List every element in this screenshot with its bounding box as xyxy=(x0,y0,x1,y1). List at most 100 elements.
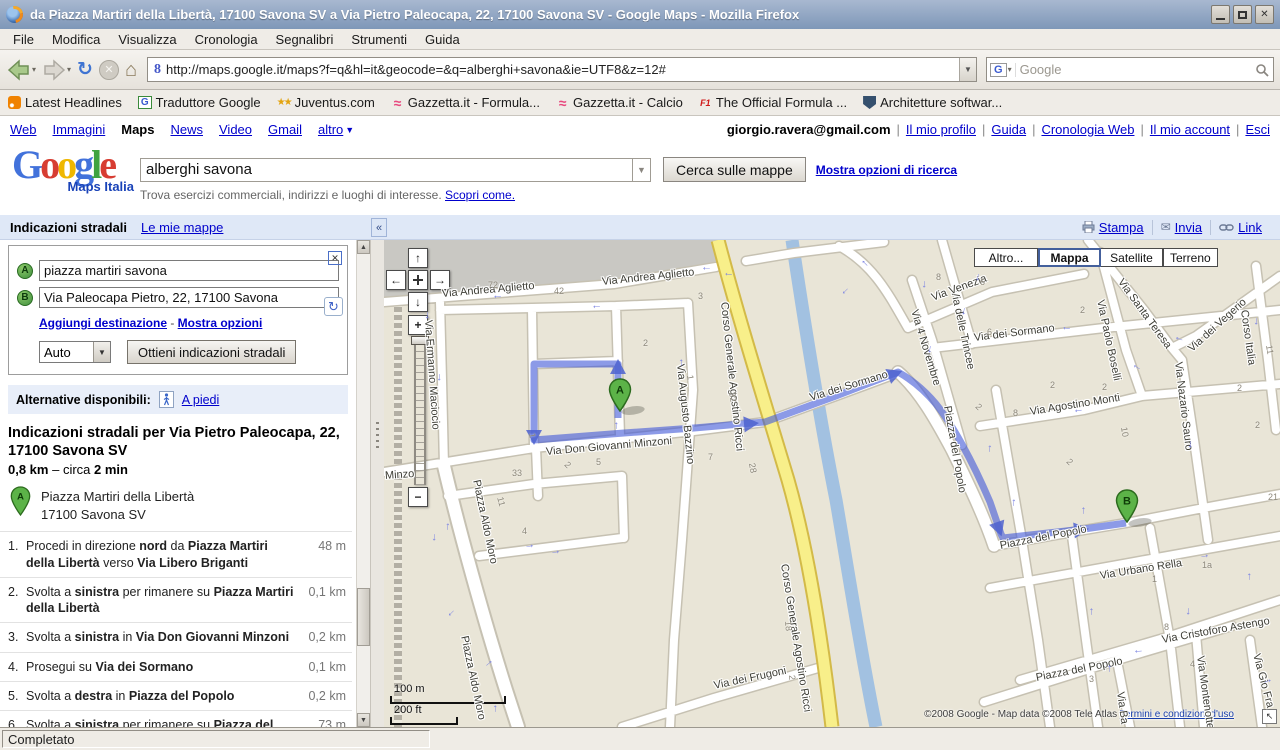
menu-item[interactable]: Guida xyxy=(416,30,469,49)
marker-b-pin[interactable]: B xyxy=(1115,489,1139,523)
account-link[interactable]: Cronologia Web xyxy=(1026,122,1134,137)
search-maps-button[interactable]: Cerca sulle mappe xyxy=(663,157,806,182)
map-type-button[interactable]: Terreno xyxy=(1163,248,1218,267)
walking-icon xyxy=(159,391,174,408)
pan-left-button[interactable]: ← xyxy=(386,270,406,290)
panel-scrollbar[interactable]: ▲ ▼ xyxy=(356,240,370,727)
reload-button[interactable]: ↻ xyxy=(76,59,94,80)
close-button[interactable]: ✕ xyxy=(1255,5,1274,24)
origin-pin-icon: A xyxy=(10,486,31,516)
bookmark-item[interactable]: Gazzetta.it - Calcio xyxy=(556,95,683,110)
map-float: 2 xyxy=(1255,420,1260,430)
overview-corner-icon[interactable]: ↖ xyxy=(1262,709,1277,724)
google-service-link[interactable]: Gmail xyxy=(268,122,302,137)
bookmark-item[interactable]: Latest Headlines xyxy=(8,95,122,110)
step-distance: 0,1 km xyxy=(302,659,350,675)
bookmark-item[interactable]: The Official Formula ... xyxy=(699,95,847,110)
maps-search-input[interactable] xyxy=(140,158,632,182)
direction-step[interactable]: 1. Procedi in direzione nord da Piazza M… xyxy=(0,531,352,577)
back-history-caret-icon[interactable]: ▾ xyxy=(32,65,36,74)
map-type-button[interactable]: Satellite xyxy=(1101,248,1163,267)
direction-step[interactable]: 2. Svolta a sinistra per rimanere su Pia… xyxy=(0,577,352,623)
menu-item[interactable]: File xyxy=(4,30,43,49)
scopri-come-link[interactable]: Scopri come. xyxy=(445,188,515,202)
map-float: → xyxy=(429,531,442,543)
account-link[interactable]: Esci xyxy=(1230,122,1270,137)
map-type-button[interactable]: Altro... xyxy=(974,248,1038,267)
url-input[interactable] xyxy=(166,62,959,77)
swap-waypoints-icon[interactable]: ↻ xyxy=(324,297,343,316)
minimize-button[interactable] xyxy=(1211,5,1230,24)
print-label[interactable]: Stampa xyxy=(1099,220,1144,235)
scroll-up-icon[interactable]: ▲ xyxy=(357,240,370,254)
browser-search-box[interactable]: G ▾ xyxy=(986,57,1274,82)
scale-feet-bar xyxy=(390,717,458,725)
zoom-out-button[interactable]: − xyxy=(408,487,428,507)
browser-search-input[interactable] xyxy=(1016,62,1255,77)
account-link[interactable]: Il mio account xyxy=(1134,122,1230,137)
map-float: 2 xyxy=(1237,383,1242,393)
menu-item[interactable]: Modifica xyxy=(43,30,109,49)
pan-center-button[interactable] xyxy=(408,270,428,290)
map-type-button[interactable]: Mappa xyxy=(1038,248,1101,267)
url-bar[interactable]: 8 ▼ xyxy=(147,57,977,82)
google-service-link[interactable]: Immagini xyxy=(53,122,106,137)
account-link[interactable]: Il mio profilo xyxy=(891,122,976,137)
google-service-link[interactable]: altro xyxy=(318,122,343,137)
send-button[interactable]: ✉ Invia xyxy=(1152,220,1211,235)
search-engine-selector[interactable]: G ▾ xyxy=(987,63,1016,77)
menu-item[interactable]: Segnalibri xyxy=(267,30,343,49)
home-button[interactable]: ⌂ xyxy=(124,59,138,81)
account-link[interactable]: Guida xyxy=(976,122,1026,137)
bookmark-item[interactable]: Gazzetta.it - Formula... xyxy=(391,95,540,110)
direction-step[interactable]: 3. Svolta a sinistra in Via Don Giovanni… xyxy=(0,622,352,651)
google-service-link[interactable]: Web xyxy=(10,122,37,137)
send-label[interactable]: Invia xyxy=(1175,220,1202,235)
link-label[interactable]: Link xyxy=(1238,220,1262,235)
panel-splitter[interactable] xyxy=(370,240,384,727)
search-history-caret-icon[interactable]: ▼ xyxy=(632,158,651,182)
google-maps-logo[interactable]: Google Maps Italia xyxy=(12,145,140,194)
marker-a-pin[interactable]: A xyxy=(608,378,632,412)
my-maps-link[interactable]: Le mie mappe xyxy=(141,220,223,235)
direction-step[interactable]: 5. Svolta a destra in Piazza del Popolo … xyxy=(0,681,352,710)
map-canvas[interactable]: ↑ ← → ↓ + − Altro...MappaSatelliteTerren… xyxy=(384,240,1280,727)
menu-item[interactable]: Cronologia xyxy=(186,30,267,49)
link-button[interactable]: Link xyxy=(1210,220,1270,235)
walking-directions-link[interactable]: A piedi xyxy=(182,393,220,407)
pan-up-button[interactable]: ↑ xyxy=(408,248,428,268)
map-float: → xyxy=(523,538,536,552)
bookmark-item[interactable]: Traduttore Google xyxy=(138,95,261,110)
url-dropdown-caret-icon[interactable]: ▼ xyxy=(959,58,976,81)
direction-step[interactable]: 6. Svolta a sinistra per rimanere su Pia… xyxy=(0,710,352,727)
add-destination-link[interactable]: Aggiungi destinazione xyxy=(39,316,167,330)
search-icon[interactable] xyxy=(1255,63,1269,77)
show-search-options-link[interactable]: Mostra opzioni di ricerca xyxy=(816,163,957,177)
destination-input[interactable] xyxy=(39,287,339,308)
google-service-link[interactable]: News xyxy=(170,122,203,137)
origin-input[interactable] xyxy=(39,260,339,281)
bookmark-item[interactable]: Juventus.com xyxy=(277,95,375,110)
stop-button[interactable]: ✕ xyxy=(98,59,120,81)
direction-step[interactable]: 4. Prosegui su Via dei Sormano 0,1 km xyxy=(0,652,352,681)
scrollbar-thumb[interactable] xyxy=(357,588,370,646)
travel-mode-select[interactable]: Auto ▼ xyxy=(39,341,111,363)
collapse-panel-button[interactable]: « xyxy=(371,218,387,237)
menu-item[interactable]: Visualizza xyxy=(109,30,185,49)
svg-text:A: A xyxy=(616,385,624,397)
back-button[interactable]: ▾ xyxy=(6,58,37,82)
show-options-link[interactable]: Mostra opzioni xyxy=(178,316,263,330)
bookmark-item[interactable]: Architetture softwar... xyxy=(863,95,1002,110)
maximize-button[interactable] xyxy=(1233,5,1252,24)
get-directions-button[interactable]: Ottieni indicazioni stradali xyxy=(127,340,296,364)
terms-link[interactable]: Termini e condizioni d'uso xyxy=(1120,709,1234,720)
google-service-link[interactable]: Video xyxy=(219,122,252,137)
print-button[interactable]: Stampa xyxy=(1074,220,1152,235)
close-directions-icon[interactable]: ✕ xyxy=(328,251,342,265)
forward-button[interactable]: ▾ xyxy=(41,58,72,82)
scroll-down-icon[interactable]: ▼ xyxy=(357,713,370,727)
altro-caret-icon[interactable]: ▼ xyxy=(345,125,354,135)
menu-item[interactable]: Strumenti xyxy=(342,30,416,49)
google-service-link[interactable]: Maps xyxy=(121,122,154,137)
forward-history-caret-icon[interactable]: ▾ xyxy=(67,65,71,74)
